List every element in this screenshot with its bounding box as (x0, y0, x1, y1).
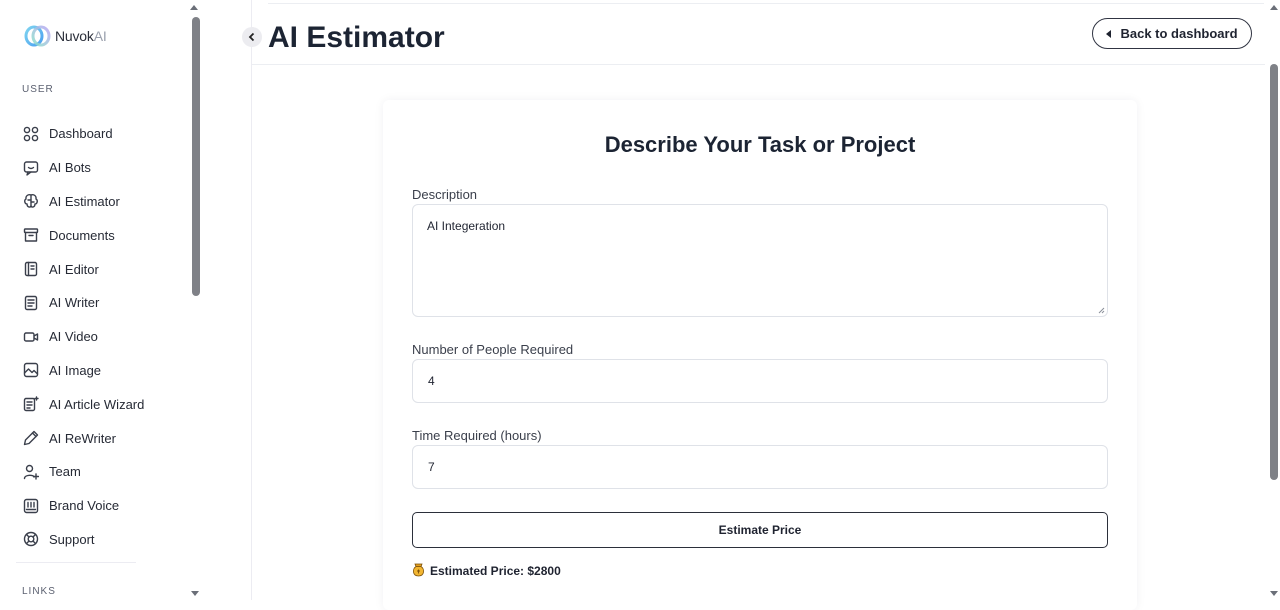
time-label: Time Required (hours) (412, 428, 542, 443)
estimator-card: Describe Your Task or Project Descriptio… (383, 100, 1137, 610)
sidebar-item-label: AI Article Wizard (49, 396, 145, 412)
time-input[interactable]: 7 (412, 445, 1108, 489)
estimate-price-button[interactable]: Estimate Price (412, 512, 1108, 548)
pen-icon (22, 430, 39, 447)
sidebar-item-support[interactable]: Support (22, 523, 144, 557)
main-scroll-down-arrow[interactable] (1270, 591, 1278, 596)
collapse-sidebar-button[interactable] (242, 27, 262, 47)
sidebar-item-team[interactable]: Team (22, 455, 144, 489)
sidebar-item-ai-rewriter[interactable]: AI ReWriter (22, 421, 144, 455)
chat-bot-icon (22, 159, 39, 176)
sidebar-item-label: AI Bots (49, 160, 91, 176)
time-value: 7 (428, 460, 435, 474)
back-to-dashboard-button[interactable]: Back to dashboard (1092, 18, 1252, 49)
form-title: Describe Your Task or Project (604, 132, 916, 157)
chevron-left-icon (248, 32, 255, 42)
sidebar-item-ai-writer[interactable]: AI Writer (22, 286, 144, 320)
menu-divider (16, 562, 136, 563)
archive-icon (22, 227, 39, 244)
sidebar-item-ai-video[interactable]: AI Video (22, 320, 144, 354)
sidebar-scroll-up-arrow[interactable] (190, 5, 198, 10)
back-to-dashboard-label: Back to dashboard (1120, 26, 1238, 41)
description-label: Description (412, 187, 478, 202)
sidebar-item-label: Team (49, 464, 81, 480)
user-section-label: USER (22, 84, 54, 95)
sidebar-item-label: Dashboard (49, 126, 113, 142)
sidebar-scrollbar-thumb[interactable] (192, 17, 200, 296)
sidebar-item-label: Brand Voice (49, 498, 120, 514)
main-scroll-up-arrow[interactable] (1270, 5, 1278, 10)
brain-icon (22, 193, 39, 210)
sidebar-item-dashboard[interactable]: Dashboard (22, 117, 144, 151)
people-value: 4 (428, 374, 435, 388)
grid-icon (22, 125, 39, 142)
image-icon (22, 362, 39, 379)
file-text-icon (22, 294, 39, 311)
page-title: AI Estimator (268, 21, 445, 54)
estimated-price-result: Estimated Price: $2800 (412, 563, 561, 579)
sidebar-item-ai-image[interactable]: AI Image (22, 354, 144, 388)
sidebar-item-label: Documents (49, 227, 115, 243)
video-icon (22, 328, 39, 345)
editor-icon (22, 261, 39, 278)
sidebar-item-ai-estimator[interactable]: AI Estimator (22, 185, 144, 219)
caret-left-icon (1106, 29, 1112, 38)
description-value: AI Integeration (427, 219, 506, 233)
sidebar-item-ai-article-wizard[interactable]: AI Article Wizard (22, 387, 144, 421)
sidebar-item-ai-editor[interactable]: AI Editor (22, 252, 144, 286)
sidebar-item-label: AI Video (49, 329, 98, 345)
lifebuoy-icon (22, 531, 39, 548)
user-plus-icon (22, 463, 39, 480)
sidebar-item-documents[interactable]: Documents (22, 218, 144, 252)
people-label: Number of People Required (412, 342, 574, 357)
sidebar-item-label: AI Image (49, 362, 102, 378)
sidebar-item-label: AI Editor (49, 261, 99, 277)
sidebar-menu: Dashboard AI Bots AI Estimator Documents… (22, 117, 144, 556)
description-textarea[interactable]: AI Integeration (412, 204, 1108, 317)
page-header: AI Estimator Back to dashboard (242, 4, 1265, 65)
sidebar-item-label: AI Estimator (49, 193, 120, 209)
people-input[interactable]: 4 (412, 359, 1108, 403)
logo-icon (24, 25, 52, 47)
resize-grip-icon[interactable] (1097, 306, 1105, 314)
sidebar-scroll-down-arrow[interactable] (191, 591, 199, 596)
sidebar-item-label: AI ReWriter (49, 430, 116, 446)
sidebar: NuvokAI USER Dashboard AI Bots AI Estima… (0, 0, 252, 600)
sidebar-item-brand-voice[interactable]: Brand Voice (22, 489, 144, 523)
brand-name: NuvokAI (55, 28, 107, 44)
brand-logo[interactable]: NuvokAI (24, 25, 107, 47)
money-bag-icon (412, 563, 425, 579)
sidebar-item-ai-bots[interactable]: AI Bots (22, 151, 144, 185)
main-scrollbar-thumb[interactable] (1270, 64, 1278, 480)
estimated-price-text: Estimated Price: $2800 (430, 564, 561, 578)
sidebar-item-label: Support (49, 531, 95, 547)
links-section-label: LINKS (22, 586, 56, 597)
sidebar-item-label: AI Writer (49, 295, 100, 311)
brand-voice-icon (22, 497, 39, 514)
article-wizard-icon (22, 396, 39, 413)
